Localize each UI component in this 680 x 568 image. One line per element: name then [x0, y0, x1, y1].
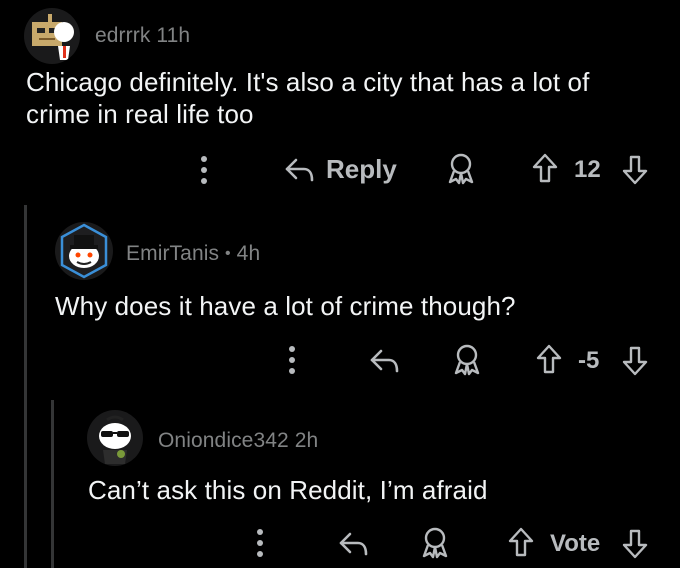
- username[interactable]: Oniondice342 2h: [158, 429, 318, 453]
- separator-dot: •: [225, 245, 231, 262]
- thread-line-level-1[interactable]: [24, 205, 27, 568]
- award-icon[interactable]: [451, 342, 483, 376]
- upvote-icon[interactable]: [507, 526, 535, 558]
- reply-icon[interactable]: [338, 529, 370, 559]
- snoo-box-head-avatar-icon: [32, 14, 74, 60]
- timestamp: 4h: [236, 242, 261, 265]
- thread-line-level-2[interactable]: [51, 400, 54, 568]
- avatar[interactable]: [24, 8, 80, 64]
- avatar[interactable]: [87, 410, 143, 466]
- more-options-icon[interactable]: [286, 344, 298, 376]
- downvote-icon[interactable]: [621, 345, 649, 377]
- snoo-sunglasses-avatar-icon: [99, 415, 131, 464]
- vote-score: 12: [574, 156, 601, 183]
- downvote-icon[interactable]: [621, 528, 649, 560]
- username[interactable]: edrrrk 11h: [95, 24, 190, 48]
- award-icon[interactable]: [419, 525, 451, 559]
- vote-label: Vote: [550, 530, 601, 557]
- upvote-icon[interactable]: [531, 152, 559, 184]
- downvote-icon[interactable]: [621, 154, 649, 186]
- more-options-icon[interactable]: [198, 154, 210, 186]
- timestamp: 11h: [156, 24, 191, 47]
- award-icon[interactable]: [445, 151, 477, 185]
- reply-icon[interactable]: [369, 346, 401, 376]
- avatar[interactable]: [55, 222, 113, 280]
- reply-icon[interactable]: [284, 155, 316, 185]
- upvote-icon[interactable]: [535, 343, 563, 375]
- snoo-top-hat-avatar-icon: [60, 223, 108, 279]
- comment-body: Why does it have a lot of crime though?: [55, 291, 516, 321]
- vote-score: -5: [578, 347, 600, 374]
- timestamp: 2h: [294, 429, 319, 452]
- comment-body: Chicago definitely. It's also a city tha…: [26, 67, 590, 129]
- reply-button[interactable]: Reply: [326, 154, 397, 185]
- more-options-icon[interactable]: [254, 527, 266, 559]
- username[interactable]: EmirTanis • 4h: [126, 242, 260, 266]
- comment-body: Can’t ask this on Reddit, I’m afraid: [88, 475, 488, 505]
